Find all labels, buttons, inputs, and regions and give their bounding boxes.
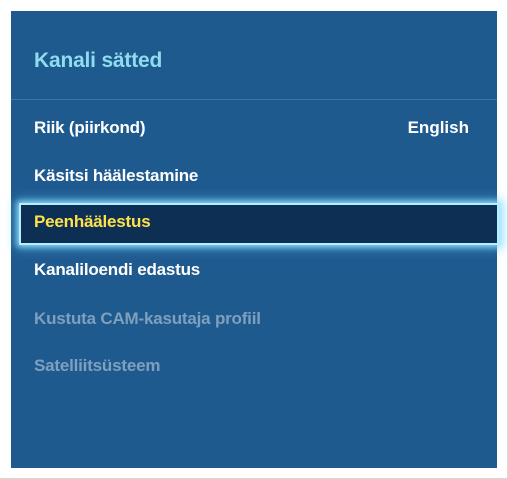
- menu-item-label: Satelliitsüsteem: [34, 356, 161, 375]
- menu-item-label: Kanaliloendi edastus: [34, 260, 201, 279]
- channel-settings-menu: Kanali sätted Riik (piirkond) English Kä…: [11, 11, 499, 468]
- menu-item-label: Käsitsi häälestamine: [34, 166, 199, 185]
- menu-item-label: Riik (piirkond): [34, 118, 146, 137]
- menu-title: Kanali sätted: [34, 49, 163, 72]
- menu-item-delete-cam-profile: Kustuta CAM-kasutaja profiil: [11, 300, 497, 340]
- menu-item-fine-tune[interactable]: Peenhäälestus: [19, 203, 499, 245]
- menu-item-manual-tuning[interactable]: Käsitsi häälestamine: [11, 157, 497, 197]
- menu-item-satellite-system: Satelliitsüsteem: [11, 347, 497, 387]
- menu-item-value: English: [407, 118, 469, 137]
- title-divider: [11, 99, 497, 100]
- menu-item-label: Peenhäälestus: [34, 212, 151, 231]
- menu-item-transfer-channel-list[interactable]: Kanaliloendi edastus: [11, 251, 497, 291]
- menu-item-label: Kustuta CAM-kasutaja profiil: [34, 309, 261, 328]
- menu-item-country-region[interactable]: Riik (piirkond) English: [11, 109, 497, 149]
